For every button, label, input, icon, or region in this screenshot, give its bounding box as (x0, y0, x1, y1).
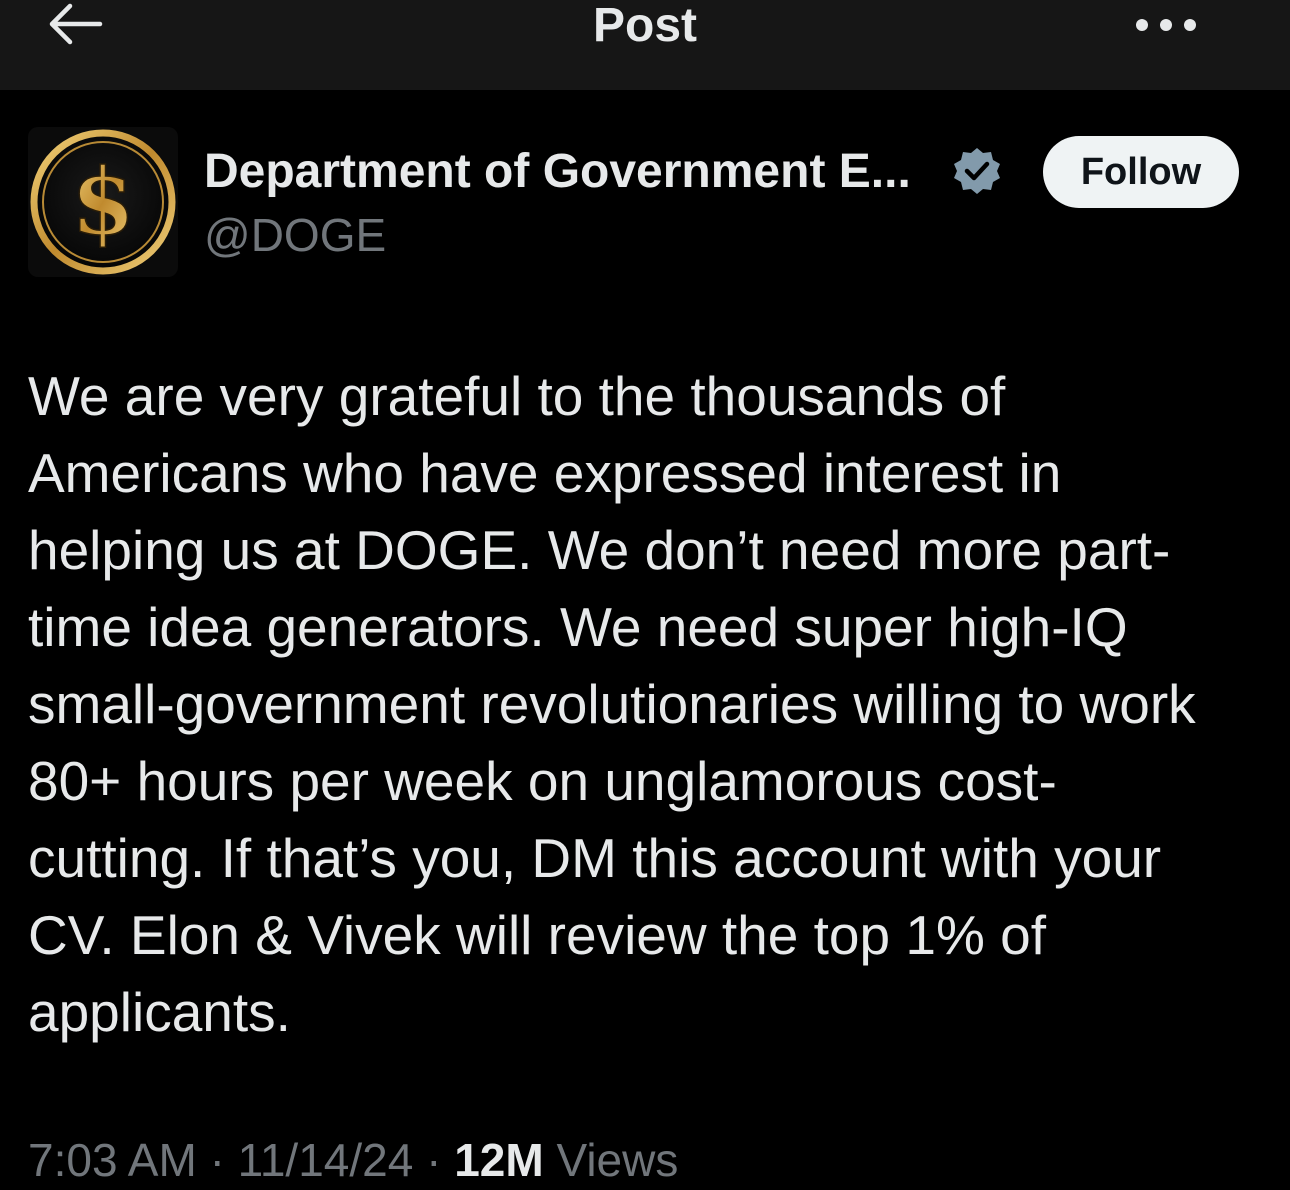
post-time[interactable]: 7:03 AM (28, 1134, 197, 1186)
separator-dot: · (426, 1134, 455, 1186)
post-text-line: time idea generators. We need super high… (28, 596, 1128, 658)
post-text-line: We are very grateful to the thousands of (28, 365, 1006, 427)
svg-text:$: $ (71, 148, 135, 256)
page-title: Post (592, 0, 697, 52)
post-date[interactable]: 11/14/24 (238, 1134, 414, 1186)
post-text-line: cutting. If that’s you, DM this account … (28, 827, 1162, 889)
views-label: Views (556, 1134, 679, 1186)
top-bar: Post (0, 0, 1290, 90)
post-text: We are very grateful to the thousands of… (28, 358, 1268, 1051)
avatar[interactable]: $ (28, 127, 178, 277)
separator-dot: · (209, 1134, 238, 1186)
post-text-line: CV. Elon & Vivek will review the top 1% … (28, 904, 1047, 966)
follow-button[interactable]: Follow (1043, 136, 1239, 208)
author-display-name[interactable]: Department of Government E... (204, 143, 911, 201)
dollar-coin-icon: $ (30, 129, 176, 275)
views-count[interactable]: 12M (454, 1134, 543, 1186)
post-text-line: 80+ hours per week on unglamorous cost- (28, 750, 1057, 812)
more-horizontal-icon[interactable] (1134, 10, 1198, 40)
post-text-line: Americans who have expressed interest in (28, 442, 1062, 504)
post-text-line: applicants. (28, 981, 291, 1043)
verified-badge-icon (954, 148, 1000, 194)
post-meta: 7:03 AM · 11/14/24 · 12M Views (28, 1130, 678, 1190)
post-text-line: small-government revolutionaries willing… (28, 673, 1196, 735)
author-handle[interactable]: @DOGE (204, 207, 386, 263)
post-text-line: helping us at DOGE. We don’t need more p… (28, 519, 1171, 581)
